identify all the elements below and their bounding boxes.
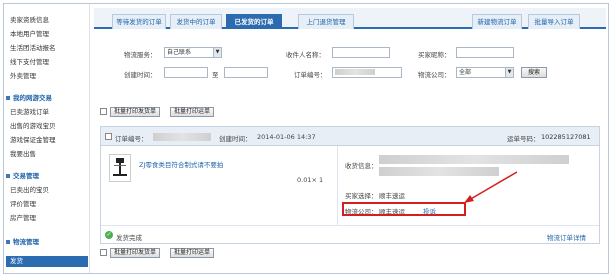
buyer-nickname-label: 买家昵称： — [418, 51, 451, 59]
sidebar-item-ship[interactable]: 发货 — [6, 256, 88, 267]
redacted-order-no — [153, 133, 211, 141]
sidebar-item-realestate[interactable]: 房产管理 — [10, 212, 36, 222]
company-label: 物流公司： — [418, 71, 451, 79]
sidebar-section-logistics[interactable]: 物流管理 — [6, 236, 39, 246]
created-end-input[interactable] — [224, 67, 268, 78]
order-no-label: 订单编号： — [294, 71, 327, 79]
tab-shipped[interactable]: 已发货的订单 — [226, 14, 282, 29]
batch-print-shipping-button[interactable]: 批量打印发货单 — [110, 248, 161, 258]
tab-batch-import[interactable]: 批量导入订单 — [528, 14, 580, 29]
batch-print-shipping-button[interactable]: 批量打印发货单 — [110, 107, 161, 117]
highlight-box — [342, 202, 466, 216]
select-all-checkbox[interactable] — [100, 108, 107, 115]
tab-bar: 等待发货的订单 发货中的订单 已发货的订单 上门退货管理 新建物流订单 批量导入… — [94, 8, 606, 29]
company-select[interactable]: 全部 ▼ — [456, 67, 514, 78]
sidebar-section-title: 交易管理 — [13, 172, 39, 180]
tab-door-return[interactable]: 上门退货管理 — [298, 14, 354, 29]
product-thumbnail-icon — [113, 158, 127, 176]
sidebar-item-game-items[interactable]: 出售的游戏宝贝 — [10, 120, 56, 130]
search-panel: 物流服务： 自己联系 ▼ 收件人名称： 买家昵称： 创建时间： 至 订单编号： … — [94, 31, 606, 89]
sidebar-item-game-orders[interactable]: 已卖游戏订单 — [10, 106, 49, 116]
select-all-checkbox[interactable] — [100, 249, 107, 256]
section-bullet-icon — [6, 96, 10, 100]
order-created-label: 创建时间： — [219, 135, 252, 143]
sidebar-section-title: 我的网游交易 — [13, 94, 52, 102]
buyer-choice-value: 顺丰速运 — [379, 192, 405, 200]
sidebar-item-reviews[interactable]: 评价管理 — [10, 198, 36, 208]
sidebar-item-life-group[interactable]: 生活团活动报名 — [10, 42, 56, 52]
logistics-details-link[interactable]: 物流订单详情 — [547, 232, 586, 242]
created-time-label: 创建时间： — [124, 71, 157, 79]
receiver-label: 收件人名称： — [286, 51, 325, 59]
order-header: 订单编号： 创建时间： 2014-01-06 14:37 运单号码： 10228… — [101, 127, 599, 146]
sidebar: 卖家资质信息 本地用户管理 生活团活动报名 线下支付管理 外卖管理 我的网游交易… — [4, 4, 90, 273]
receiver-info-label: 收货信息： — [345, 162, 378, 170]
search-button[interactable]: 搜索 — [521, 67, 547, 78]
product-title-link[interactable]: ZJ零食类目符合制式请不要拍 — [139, 159, 223, 169]
created-start-input[interactable] — [164, 67, 208, 78]
annotation-arrow-icon — [464, 171, 518, 203]
tab-shipping[interactable]: 发货中的订单 — [170, 14, 222, 29]
sidebar-section-game-trade[interactable]: 我的网游交易 — [6, 92, 52, 102]
tab-new-logistics-order[interactable]: 新建物流订单 — [472, 14, 522, 29]
product-image[interactable] — [109, 154, 131, 182]
tab-awaiting-shipment[interactable]: 等待发货的订单 — [112, 14, 166, 29]
receiver-input[interactable] — [332, 47, 390, 58]
buyer-nickname-input[interactable] — [456, 47, 514, 58]
buyer-choice-label: 买家选择： — [345, 192, 378, 200]
order-footer: ✓ 发货完成 物流订单详情 — [101, 225, 599, 244]
redacted-text — [335, 69, 375, 75]
waybill-label: 运单号码： — [507, 135, 540, 143]
sidebar-section-title: 物流管理 — [13, 238, 39, 246]
chevron-down-icon: ▼ — [505, 68, 513, 77]
to-label: 至 — [212, 71, 219, 79]
batch-print-waybill-button[interactable]: 批量打印运单 — [170, 107, 215, 117]
sidebar-item-local-users[interactable]: 本地用户管理 — [10, 28, 49, 38]
order-no-input[interactable] — [332, 67, 402, 78]
section-bullet-icon — [6, 240, 10, 244]
sidebar-item-seller-qualification[interactable]: 卖家资质信息 — [10, 14, 49, 24]
section-bullet-icon — [6, 174, 10, 178]
logistics-service-value: 自己联系 — [167, 49, 192, 56]
check-circle-icon: ✓ — [105, 231, 113, 239]
sidebar-section-trade-mgmt[interactable]: 交易管理 — [6, 170, 39, 180]
order-created-value: 2014-01-06 14:37 — [257, 133, 316, 141]
company-value: 全部 — [459, 69, 472, 76]
order-status: 发货完成 — [116, 234, 142, 242]
order-checkbox[interactable] — [105, 133, 112, 140]
sidebar-item-takeout[interactable]: 外卖管理 — [10, 70, 36, 80]
column-divider — [337, 146, 338, 226]
sidebar-item-game-deposit[interactable]: 游戏保证金管理 — [10, 134, 56, 144]
sidebar-item-sold-items[interactable]: 已卖出的宝贝 — [10, 184, 49, 194]
main-content: 等待发货的订单 发货中的订单 已发货的订单 上门退货管理 新建物流订单 批量导入… — [94, 8, 606, 273]
order-body: ZJ零食类目符合制式请不要拍 0.01× 1 收货信息： 买家选择： 顺丰速运 … — [101, 146, 599, 226]
waybill-value: 102285127081 — [541, 133, 591, 141]
logistics-service-select[interactable]: 自己联系 ▼ — [164, 47, 222, 58]
price-quantity: 0.01× 1 — [297, 176, 324, 184]
batch-print-waybill-button[interactable]: 批量打印运单 — [170, 248, 215, 258]
sidebar-item-offline-pay[interactable]: 线下支付管理 — [10, 56, 49, 66]
order-card: 订单编号： 创建时间： 2014-01-06 14:37 运单号码： 10228… — [100, 126, 600, 244]
order-no-label: 订单编号： — [115, 135, 148, 143]
chevron-down-icon: ▼ — [213, 48, 221, 57]
logistics-service-label: 物流服务： — [124, 51, 157, 59]
sidebar-item-sell[interactable]: 我要出售 — [10, 148, 36, 158]
redacted-receiver-info — [379, 155, 569, 164]
